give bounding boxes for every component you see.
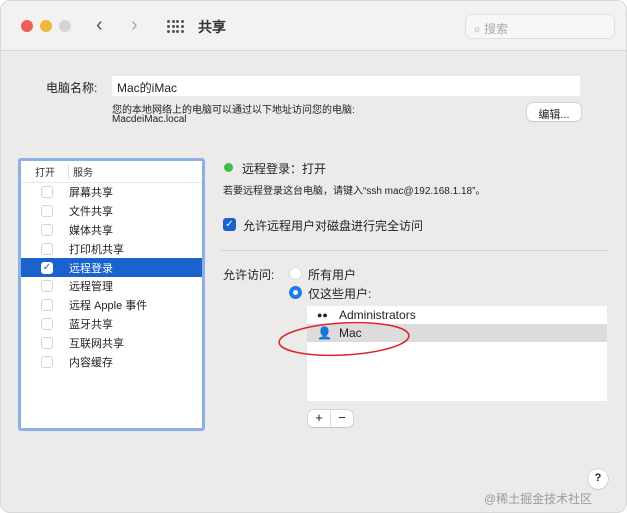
remove-user-button[interactable]: − [331,410,353,427]
zoom-button[interactable] [59,20,71,32]
service-label: 屏幕共享 [69,187,113,200]
search-placeholder: 搜索 [484,22,509,36]
status-indicator-icon [224,163,233,172]
service-checkbox[interactable] [41,317,53,330]
search-icon: ⌕ [474,22,485,36]
service-row[interactable]: 内容缓存 [21,352,202,371]
service-label: 蓝牙共享 [69,318,113,331]
all-users-label: 所有用户 [308,268,357,282]
computer-name-label: 电脑名称: [46,81,98,95]
service-row[interactable]: 屏幕共享 [21,183,202,202]
forward-icon[interactable]: › [131,14,138,37]
service-checkbox[interactable] [41,205,53,218]
red-annotation-ellipse [278,321,410,357]
add-user-button[interactable]: + [308,410,331,427]
service-row[interactable]: 互联网共享 [21,333,202,352]
service-label: 远程 Apple 事件 [69,300,148,313]
computer-name-field[interactable]: Mac的iMac [112,76,580,96]
help-button[interactable]: ? [588,469,608,489]
radio-all-users[interactable] [289,267,302,280]
service-checkbox[interactable] [41,336,53,349]
service-checkbox[interactable] [41,355,53,368]
service-label: 媒体共享 [69,224,113,237]
service-label: 远程登录 [69,262,113,275]
edit-button[interactable]: 编辑... [527,103,581,121]
service-label: 内容缓存 [69,356,113,369]
column-on: 打开 [35,164,69,179]
service-checkbox[interactable] [41,242,53,255]
service-row[interactable]: 打印机共享 [21,239,202,258]
divider [221,250,608,251]
back-icon[interactable]: ‹ [96,14,103,37]
add-remove-control: + − [308,410,353,427]
only-these-users-label: 仅这些用户: [308,287,372,301]
service-row[interactable]: 媒体共享 [21,221,202,240]
service-row[interactable]: 远程管理 [21,277,202,296]
service-label: 远程管理 [69,281,113,294]
close-button[interactable] [21,20,33,32]
status-text: 远程登录：打开 [242,162,327,176]
service-row[interactable]: 蓝牙共享 [21,315,202,334]
watermark: @稀土掘金技术社区 [484,492,593,506]
service-row[interactable]: 文件共享 [21,202,202,221]
service-row[interactable]: 远程 Apple 事件 [21,296,202,315]
service-label: 互联网共享 [69,337,124,350]
service-checkbox[interactable] [41,280,53,293]
allow-access-label: 允许访问: [223,268,275,282]
local-address: MacdeiMac.local [112,114,187,125]
service-checkbox[interactable]: ✓ [41,261,53,274]
title-bar: ‹ › 共享 ⌕ 搜索 [1,1,626,51]
window-title: 共享 [198,19,226,35]
service-checkbox[interactable] [41,186,53,199]
full-disk-label: 允许远程用户对磁盘进行完全访问 [243,219,424,233]
search-input[interactable]: ⌕ 搜索 [465,14,615,39]
service-checkbox[interactable] [41,223,53,236]
service-label: 文件共享 [69,206,113,219]
sharing-window: ‹ › 共享 ⌕ 搜索 电脑名称: Mac的iMac 您的本地网络上的电脑可以通… [0,0,627,513]
service-row[interactable]: ✓ 远程登录 [21,258,202,277]
full-disk-checkbox[interactable]: ✓ [223,218,236,231]
service-checkbox[interactable] [41,299,53,312]
service-label: 打印机共享 [69,243,124,256]
show-all-grid-icon[interactable] [167,20,184,33]
minimize-button[interactable] [40,20,52,32]
radio-only-these-users[interactable] [289,286,302,299]
services-list: 打开 服务 屏幕共享文件共享媒体共享打印机共享 ✓ 远程登录远程管理远程 Apple … [18,158,205,431]
column-service: 服务 [73,168,93,179]
ssh-instructions: 若要远程登录这台电脑，请键入“ssh mac@192.168.1.18”。 [223,186,486,197]
